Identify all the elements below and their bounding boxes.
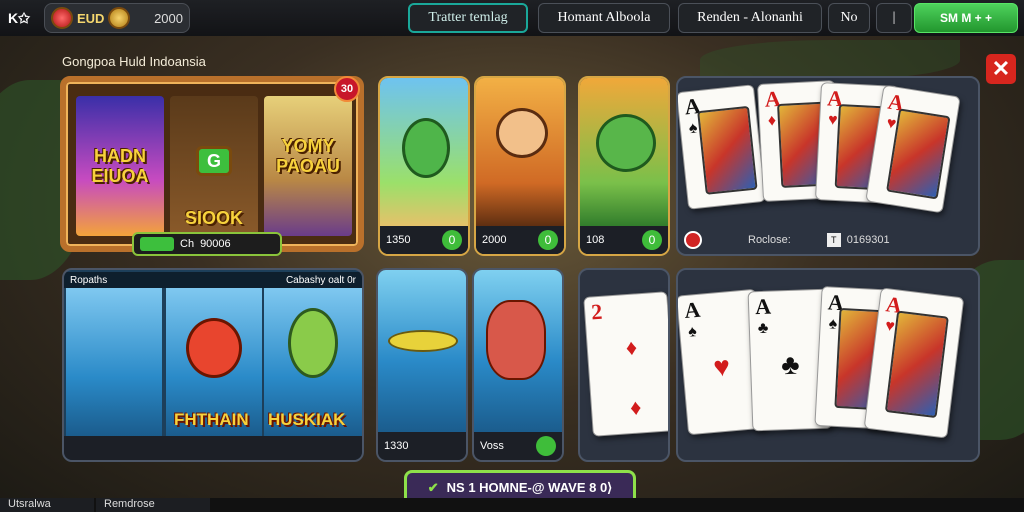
- slot-reel-2: G SIOOK: [170, 96, 258, 236]
- spade-icon: ♠: [828, 315, 838, 333]
- slot-game-card[interactable]: HADN EIUOA G SIOOK YOMY PAOAU: [60, 76, 364, 252]
- tile-footer: Voss: [474, 432, 562, 460]
- page-subtitle: Gongpoa Huld Indoansia: [62, 54, 206, 69]
- game-tile-explorer[interactable]: 2000 0: [474, 76, 566, 256]
- fish-art: [378, 270, 466, 436]
- tile-value: 1330: [384, 440, 409, 452]
- check-icon: ✔: [427, 480, 439, 495]
- nav-button-4[interactable]: No: [828, 3, 870, 33]
- play-button[interactable]: 0: [538, 230, 558, 250]
- play-button[interactable]: [536, 436, 556, 456]
- heart-icon: ♥: [827, 111, 839, 129]
- card-tile-two[interactable]: 2 ♦ ♦: [578, 268, 670, 462]
- deposit-button[interactable]: SM M + +: [914, 3, 1018, 33]
- card-rank: 2: [590, 298, 604, 325]
- tile-footer: 1350 0: [380, 226, 468, 254]
- diamond-icon: ♦: [767, 112, 777, 130]
- card-rank: A: [683, 296, 702, 324]
- slot-reel-3-title: YOMY PAOAU: [276, 136, 340, 176]
- tile-value: Voss: [480, 440, 504, 452]
- coin-icon: [108, 7, 131, 29]
- heart-icon: ♦: [624, 334, 638, 361]
- fishing-panel-header: Ropaths Cabashy oalt 0r: [64, 272, 362, 288]
- tile-value: 2000: [482, 234, 507, 246]
- promo-banner-text: NS 1 HOMNE-@ WAVE 8 0⟩: [446, 480, 613, 495]
- slot-reel-2-title: SIOOK: [184, 208, 243, 228]
- club-icon: ♣: [780, 348, 801, 381]
- fishing-game-panel[interactable]: Ropaths Cabashy oalt 0r FHTHAIN HUSKIAK: [62, 268, 364, 462]
- nav-button-3[interactable]: Renden - Alonanhi: [678, 3, 822, 33]
- slot-bar-value: 90006: [200, 238, 231, 250]
- card-face-art: [697, 105, 758, 195]
- status-value: 0169301: [846, 234, 890, 246]
- explorer-character-art: [476, 78, 564, 228]
- nav-button-1[interactable]: Tratter temlag: [408, 3, 528, 33]
- bottom-tab-2[interactable]: Remdrose: [96, 498, 210, 512]
- playing-card: A ♥: [865, 84, 961, 214]
- slot-badge: 30: [334, 76, 360, 102]
- close-button[interactable]: ✕: [986, 54, 1016, 84]
- slot-bar-label: Ch: [180, 238, 195, 250]
- game-tile-fishing-1[interactable]: 1330: [376, 268, 468, 462]
- status-square: T: [826, 233, 841, 247]
- record-icon: [684, 231, 702, 249]
- fishing-head-mid: Cabashy oalt 0r: [285, 274, 356, 286]
- play-button[interactable]: 0: [442, 230, 462, 250]
- tile-value: 1350: [386, 234, 411, 246]
- game-tile-lizard[interactable]: 108 0: [578, 76, 670, 256]
- wallet-display[interactable]: EUD 2000: [44, 3, 190, 33]
- play-button[interactable]: 0: [642, 230, 662, 250]
- tile-footer: 2000 0: [476, 226, 564, 254]
- game-tile-fishing-2[interactable]: Voss: [472, 268, 564, 462]
- slot-progress-bar: Ch 90006: [132, 232, 282, 256]
- card-rank: A: [754, 293, 772, 320]
- tile-footer: 1330: [378, 432, 466, 460]
- nav-button-5[interactable]: |: [876, 3, 912, 33]
- playing-card: A ♥: [863, 287, 965, 439]
- slot-reel-3: YOMY PAOAU: [264, 96, 352, 236]
- shrimp-art: [474, 270, 562, 436]
- game-tile-frog[interactable]: 1350 0: [378, 76, 470, 256]
- playing-card: 2 ♦ ♦: [583, 291, 668, 437]
- tile-value: 108: [586, 234, 605, 246]
- fishing-title-right: HUSKIAK: [268, 410, 346, 429]
- brand-logo: K✩: [8, 9, 30, 26]
- card-game-panel-bottom[interactable]: A ♠ ♥ A ♣ ♣ A ♠ A ♥: [676, 268, 980, 462]
- heart-icon: ♥: [712, 350, 732, 383]
- status-label: Roclose:: [748, 234, 791, 246]
- spade-icon: ♠: [687, 323, 698, 341]
- fishing-title-left: FHTHAIN: [174, 410, 249, 429]
- card-status-row: Roclose: T 0169301: [678, 228, 978, 252]
- heart-icon: ♦: [629, 394, 643, 421]
- background-foliage: [700, 40, 960, 80]
- frog-character-art: [380, 78, 468, 228]
- tile-footer: 108 0: [580, 226, 668, 254]
- wallet-balance: 2000: [154, 10, 183, 26]
- wallet-currency: EUD: [77, 10, 105, 26]
- nav-button-2[interactable]: Homant Alboola: [538, 3, 670, 33]
- slot-reel-2-badge: G: [196, 146, 232, 176]
- playing-card: A ♠: [678, 84, 766, 210]
- slot-reel-1-title: HADN EIUOA: [91, 146, 149, 186]
- slot-reel-1: HADN EIUOA: [76, 96, 164, 236]
- coin-icon: [51, 7, 73, 29]
- lizard-character-art: [580, 78, 668, 228]
- fishing-footer: [64, 436, 362, 460]
- fishing-scene-1: [66, 288, 162, 438]
- card-face-art: [884, 310, 949, 419]
- club-icon: ♣: [757, 319, 769, 338]
- spade-icon: ♠: [688, 119, 699, 138]
- bottom-tab-1[interactable]: Utsralwa: [0, 498, 94, 512]
- fishing-head-left: Ropaths: [70, 274, 108, 286]
- slot-progress-fill: [140, 237, 174, 251]
